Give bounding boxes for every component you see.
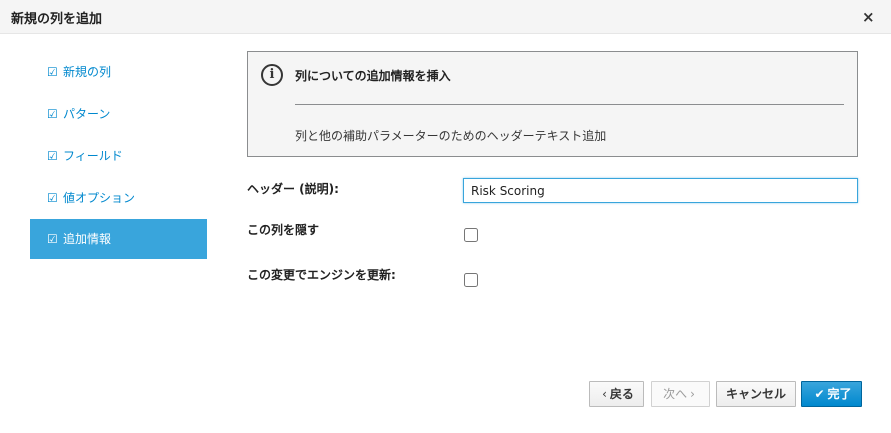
hide-column-checkbox[interactable]	[464, 228, 478, 242]
step-label: 追加情報	[63, 232, 112, 246]
finish-button-label: 完了	[827, 387, 852, 401]
dialog-title: 新規の列を追加	[11, 12, 103, 27]
check-square-icon: ☑	[47, 191, 58, 205]
step-label: パターン	[63, 107, 111, 121]
info-panel: i 列についての追加情報を挿入 列と他の補助パラメーターのためのヘッダーテキスト…	[247, 51, 858, 157]
back-button[interactable]: ‹ 戻る	[589, 381, 644, 407]
step-additional-info[interactable]: ☑ 追加情報	[30, 219, 207, 259]
finish-button[interactable]: ✔ 完了	[801, 381, 862, 407]
dialog-header: 新規の列を追加 ×	[0, 0, 891, 34]
step-new-column[interactable]: ☑ 新規の列	[30, 51, 207, 93]
header-input[interactable]	[463, 178, 858, 203]
check-square-icon: ☑	[47, 65, 58, 79]
next-button[interactable]: 次へ ›	[651, 381, 710, 407]
next-button-label: 次へ	[663, 387, 688, 401]
chevron-left-icon: ‹	[602, 387, 607, 401]
divider	[295, 104, 844, 105]
hide-column-label: この列を隠す	[247, 223, 320, 237]
check-square-icon: ☑	[47, 232, 58, 246]
checkmark-icon: ✔	[814, 387, 825, 401]
cancel-button[interactable]: キャンセル	[716, 381, 796, 407]
step-label: 値オプション	[63, 191, 136, 205]
update-engine-checkbox[interactable]	[464, 273, 478, 287]
step-value-options[interactable]: ☑ 値オプション	[30, 177, 207, 219]
update-engine-label: この変更でエンジンを更新:	[247, 268, 396, 282]
check-square-icon: ☑	[47, 107, 58, 121]
header-label: ヘッダー (説明):	[247, 182, 339, 196]
info-title: 列についての追加情報を挿入	[295, 69, 451, 83]
step-pattern[interactable]: ☑ パターン	[30, 93, 207, 135]
close-icon[interactable]: ×	[862, 8, 875, 26]
step-label: フィールド	[63, 149, 123, 163]
check-square-icon: ☑	[47, 149, 58, 163]
step-field[interactable]: ☑ フィールド	[30, 135, 207, 177]
back-button-label: 戻る	[609, 387, 634, 401]
info-text: 列と他の補助パラメーターのためのヘッダーテキスト追加	[295, 129, 607, 143]
chevron-right-icon: ›	[690, 387, 695, 401]
step-label: 新規の列	[63, 65, 112, 79]
info-circle-icon: i	[261, 64, 283, 86]
wizard-steps: ☑ 新規の列 ☑ パターン ☑ フィールド ☑ 値オプション ☑ 追加情報	[30, 51, 207, 259]
